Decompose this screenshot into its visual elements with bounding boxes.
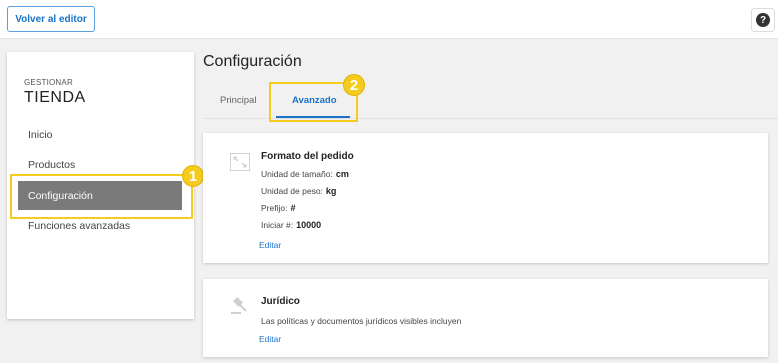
sidebar-item-inicio[interactable]: Inicio [18, 120, 182, 149]
help-button[interactable]: ? [751, 8, 775, 32]
gavel-icon [231, 297, 247, 314]
prefix-row: Prefijo: # [261, 203, 296, 213]
step-badge-1: 1 [182, 165, 204, 187]
edit-legal-link[interactable]: Editar [259, 334, 281, 344]
help-icon: ? [756, 13, 770, 27]
weight-unit-row: Unidad de peso: kg [261, 186, 337, 196]
start-number-row: Iniciar #: 10000 [261, 220, 322, 230]
back-to-editor-button[interactable]: Volver al editor [7, 6, 95, 32]
top-bar: Volver al editor ? [0, 0, 778, 39]
legal-card: Jurídico Las políticas y documentos jurí… [203, 279, 768, 357]
expand-icon [230, 153, 250, 171]
legal-description: Las políticas y documentos jurídicos vis… [261, 316, 462, 326]
order-format-title: Formato del pedido [261, 151, 354, 162]
size-unit-row: Unidad de tamaño: cm [261, 169, 349, 179]
step-badge-2: 2 [343, 74, 365, 96]
legal-title: Jurídico [261, 296, 300, 307]
sidebar-subtitle: GESTIONAR [24, 78, 73, 87]
edit-order-format-link[interactable]: Editar [259, 240, 281, 250]
order-format-card: Formato del pedido Unidad de tamaño: cm U… [203, 133, 768, 263]
sidebar-title: TIENDA [24, 89, 86, 106]
highlight-configuracion [10, 174, 193, 219]
page-title: Configuración [203, 53, 302, 70]
tab-principal[interactable]: Principal [220, 95, 256, 106]
